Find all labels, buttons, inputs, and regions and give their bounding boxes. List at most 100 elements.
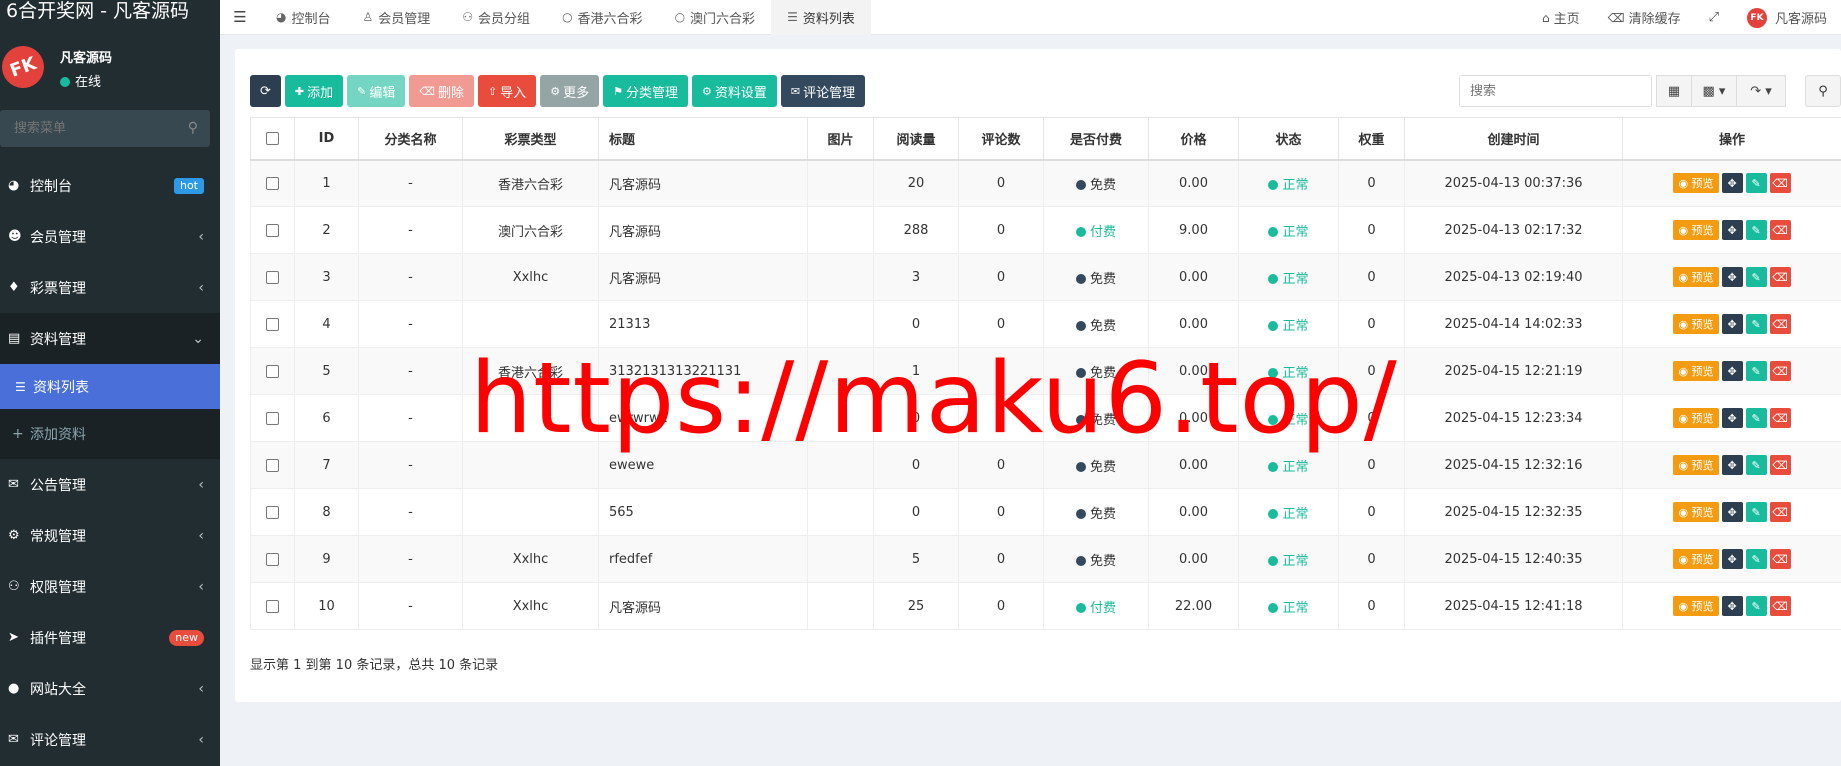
- import-button[interactable]: ⇧ 导入: [477, 75, 537, 107]
- fee-status[interactable]: 免费: [1075, 507, 1116, 522]
- tab-dashboard[interactable]: ◕ 控制台: [260, 0, 347, 35]
- row-checkbox[interactable]: [266, 411, 279, 425]
- row-edit-button[interactable]: ✎: [1745, 314, 1767, 334]
- row-delete-button[interactable]: ⌫: [1769, 455, 1791, 475]
- row-select-cell[interactable]: [250, 582, 295, 630]
- cell-status[interactable]: 正常: [1238, 206, 1339, 254]
- cell-fee[interactable]: 付费: [1043, 582, 1149, 630]
- tab-hk-lottery[interactable]: ○ 香港六合彩: [546, 0, 659, 35]
- row-edit-button[interactable]: ✎: [1745, 361, 1767, 381]
- preview-button[interactable]: ◉ 预览: [1673, 502, 1719, 522]
- row-select-cell[interactable]: [250, 441, 295, 489]
- column-header[interactable]: 价格: [1148, 117, 1239, 161]
- status-badge[interactable]: 正常: [1268, 507, 1309, 522]
- row-select-cell[interactable]: [250, 535, 295, 583]
- row-delete-button[interactable]: ⌫: [1769, 314, 1791, 334]
- search-button[interactable]: ⚲: [1805, 75, 1841, 107]
- row-edit-button[interactable]: ✎: [1745, 596, 1767, 616]
- column-header[interactable]: ID: [294, 117, 359, 161]
- edit-button[interactable]: ✎ 编辑: [347, 75, 406, 107]
- column-header[interactable]: 彩票类型: [462, 117, 599, 161]
- cell-status[interactable]: 正常: [1238, 253, 1339, 301]
- fee-status[interactable]: 免费: [1075, 460, 1116, 475]
- clear-cache-button[interactable]: ⌫ 清除缓存: [1594, 8, 1695, 28]
- row-select-cell[interactable]: [250, 253, 295, 301]
- row-checkbox[interactable]: [266, 552, 279, 566]
- drag-sort-button[interactable]: ✥: [1721, 267, 1743, 287]
- table-row[interactable]: 2- 澳门六合彩 凡客源码 288 0 付费 9.00 正常 0 2025-04-13 02:17…: [250, 206, 1841, 254]
- fee-status[interactable]: 付费: [1075, 225, 1116, 240]
- menu-toggle-icon[interactable]: ☰: [220, 8, 260, 26]
- row-edit-button[interactable]: ✎: [1745, 455, 1767, 475]
- sidebar-item-permissions[interactable]: ⚇ 权限管理 ‹: [0, 561, 220, 612]
- row-select-cell[interactable]: [250, 206, 295, 254]
- cell-fee[interactable]: 免费: [1043, 253, 1149, 301]
- sidebar-subitem-data-list[interactable]: ☰ 资料列表: [0, 364, 220, 409]
- user-menu[interactable]: FK 凡客源码: [1733, 7, 1841, 28]
- table-row[interactable]: 10- Xxlhc 凡客源码 25 0 付费 22.00 正常 0 2025-04-15 12:4…: [250, 582, 1841, 630]
- column-header[interactable]: 状态: [1238, 117, 1339, 161]
- row-edit-button[interactable]: ✎: [1745, 267, 1767, 287]
- cell-status[interactable]: 正常: [1238, 582, 1339, 630]
- add-button[interactable]: ✚ 添加: [284, 75, 344, 107]
- toggle-view-button[interactable]: ▦: [1656, 75, 1692, 107]
- drag-sort-button[interactable]: ✥: [1721, 220, 1743, 240]
- sidebar-item-data[interactable]: ▤ 资料管理 ⌄: [0, 313, 220, 364]
- row-edit-button[interactable]: ✎: [1745, 502, 1767, 522]
- status-badge[interactable]: 正常: [1268, 272, 1309, 287]
- tab-data-list[interactable]: ☰ 资料列表: [771, 0, 871, 35]
- row-delete-button[interactable]: ⌫: [1769, 220, 1791, 240]
- table-search-input[interactable]: [1460, 76, 1651, 106]
- row-checkbox[interactable]: [266, 317, 279, 331]
- row-edit-button[interactable]: ✎: [1745, 173, 1767, 194]
- row-delete-button[interactable]: ⌫: [1769, 596, 1791, 616]
- row-checkbox[interactable]: [266, 505, 279, 519]
- row-delete-button[interactable]: ⌫: [1769, 502, 1791, 522]
- fullscreen-icon[interactable]: ⤢: [1695, 10, 1733, 25]
- row-checkbox[interactable]: [266, 458, 279, 472]
- column-header[interactable]: 评论数: [958, 117, 1044, 161]
- status-badge[interactable]: 正常: [1268, 554, 1309, 569]
- row-checkbox[interactable]: [266, 599, 279, 613]
- drag-sort-button[interactable]: ✥: [1721, 455, 1743, 475]
- row-checkbox[interactable]: [266, 223, 279, 237]
- status-badge[interactable]: 正常: [1268, 460, 1309, 475]
- drag-sort-button[interactable]: ✥: [1721, 549, 1743, 569]
- row-edit-button[interactable]: ✎: [1745, 220, 1767, 240]
- fee-status[interactable]: 免费: [1075, 272, 1116, 287]
- cell-status[interactable]: 正常: [1238, 488, 1339, 536]
- drag-sort-button[interactable]: ✥: [1721, 173, 1743, 194]
- sidebar-item-lottery[interactable]: ♦ 彩票管理 ‹: [0, 262, 220, 313]
- sidebar-item-dashboard[interactable]: ◕ 控制台 hot: [0, 160, 220, 211]
- fee-status[interactable]: 付费: [1075, 601, 1116, 616]
- preview-button[interactable]: ◉ 预览: [1673, 267, 1719, 287]
- table-row[interactable]: 3- Xxlhc 凡客源码 3 0 免费 0.00 正常 0 2025-04-13 02:19:4…: [250, 253, 1841, 301]
- column-header[interactable]: 创建时间: [1404, 117, 1623, 161]
- home-link[interactable]: ⌂ 主页: [1528, 8, 1594, 28]
- table-row[interactable]: 1- 香港六合彩 凡客源码 20 0 免费 0.00 正常 0 2025-04-13 00:37:…: [250, 159, 1841, 207]
- tab-macau-lottery[interactable]: ○ 澳门六合彩: [659, 0, 772, 35]
- sidebar-item-plugins[interactable]: ➤ 插件管理 new: [0, 612, 220, 663]
- tab-members[interactable]: ♙ 会员管理: [347, 0, 447, 35]
- sidebar-search[interactable]: ⚲: [0, 110, 210, 147]
- preview-button[interactable]: ◉ 预览: [1673, 314, 1719, 334]
- more-button[interactable]: ⚙ 更多: [540, 75, 600, 107]
- delete-button[interactable]: ⌫ 删除: [409, 75, 474, 107]
- table-row[interactable]: 8-565 0 0 免费 0.00 正常 0 2025-04-15 12:32:35 ◉ 预览 ✥…: [250, 488, 1841, 536]
- export-button[interactable]: ↷ ▾: [1736, 75, 1786, 107]
- preview-button[interactable]: ◉ 预览: [1673, 220, 1719, 240]
- settings-button[interactable]: ⚙ 资料设置: [691, 75, 777, 107]
- status-badge[interactable]: 正常: [1268, 225, 1309, 240]
- row-delete-button[interactable]: ⌫: [1769, 173, 1791, 194]
- row-checkbox[interactable]: [266, 176, 279, 190]
- row-select-cell[interactable]: [250, 347, 295, 395]
- row-select-cell[interactable]: [250, 159, 295, 207]
- cell-status[interactable]: 正常: [1238, 300, 1339, 348]
- row-edit-button[interactable]: ✎: [1745, 408, 1767, 428]
- sidebar-item-general[interactable]: ⚙ 常规管理 ‹: [0, 510, 220, 561]
- row-checkbox[interactable]: [266, 364, 279, 378]
- status-badge[interactable]: 正常: [1268, 178, 1309, 193]
- preview-button[interactable]: ◉ 预览: [1673, 361, 1719, 381]
- table-search[interactable]: [1459, 75, 1652, 107]
- column-header[interactable]: 阅读量: [873, 117, 959, 161]
